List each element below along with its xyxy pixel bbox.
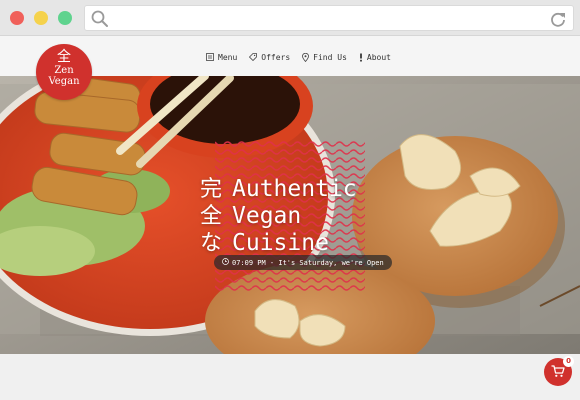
hero-title-line: Authentic — [232, 176, 357, 202]
tag-icon — [249, 53, 258, 61]
hero-title-line: Cuisine — [232, 230, 329, 256]
logo-word-vegan: Vegan — [48, 76, 80, 87]
zen-vegan-logo[interactable]: 全 Zen Vegan — [36, 44, 92, 100]
nav-item-find-us[interactable]: Find Us — [302, 50, 347, 64]
hero-banner: 完 全 な Authentic Vegan Cuisine — [0, 76, 580, 354]
hero-japanese-title: 完 全 な — [200, 176, 222, 257]
hero-jp-char: 完 — [200, 177, 223, 202]
reload-icon[interactable] — [549, 10, 567, 32]
opening-status-badge: 07:09 PM - It's Saturday, we're Open — [214, 255, 392, 270]
status-text: 07:09 PM - It's Saturday, we're Open — [232, 258, 384, 267]
info-icon — [359, 53, 363, 62]
close-window-button[interactable] — [10, 11, 24, 25]
hero-jp-char: な — [200, 231, 223, 256]
logo-kanji: 全 — [57, 49, 71, 65]
cart-count-badge: 0 — [563, 356, 574, 367]
hero-english-title: Authentic Vegan Cuisine — [232, 176, 357, 257]
clock-icon — [222, 258, 229, 267]
url-input[interactable] — [115, 9, 535, 27]
nav-item-about[interactable]: About — [359, 50, 391, 64]
hero-title: 完 全 な Authentic Vegan Cuisine — [200, 176, 357, 257]
nav-item-label: Find Us — [313, 52, 347, 62]
hero-jp-char: 全 — [200, 204, 223, 229]
nav-item-label: Offers — [261, 52, 291, 62]
hero-title-line: Vegan — [232, 203, 302, 229]
page-content-area — [0, 354, 580, 400]
nav-item-menu[interactable]: Menu — [206, 50, 237, 64]
main-nav: Menu Offers Find Us About — [206, 50, 391, 64]
logo-word-zen: Zen — [54, 65, 74, 76]
cart-icon — [551, 363, 565, 382]
nav-item-offers[interactable]: Offers — [249, 50, 290, 64]
cart-button[interactable]: 0 — [544, 356, 574, 386]
nav-item-label: Menu — [218, 52, 238, 62]
minimize-window-button[interactable] — [34, 11, 48, 25]
map-pin-icon — [302, 52, 310, 62]
browser-toolbar — [0, 0, 580, 36]
address-bar[interactable] — [84, 5, 574, 31]
nav-item-label: About — [366, 52, 391, 62]
maximize-window-button[interactable] — [58, 11, 72, 25]
search-icon — [91, 10, 109, 32]
menu-icon — [206, 53, 214, 61]
